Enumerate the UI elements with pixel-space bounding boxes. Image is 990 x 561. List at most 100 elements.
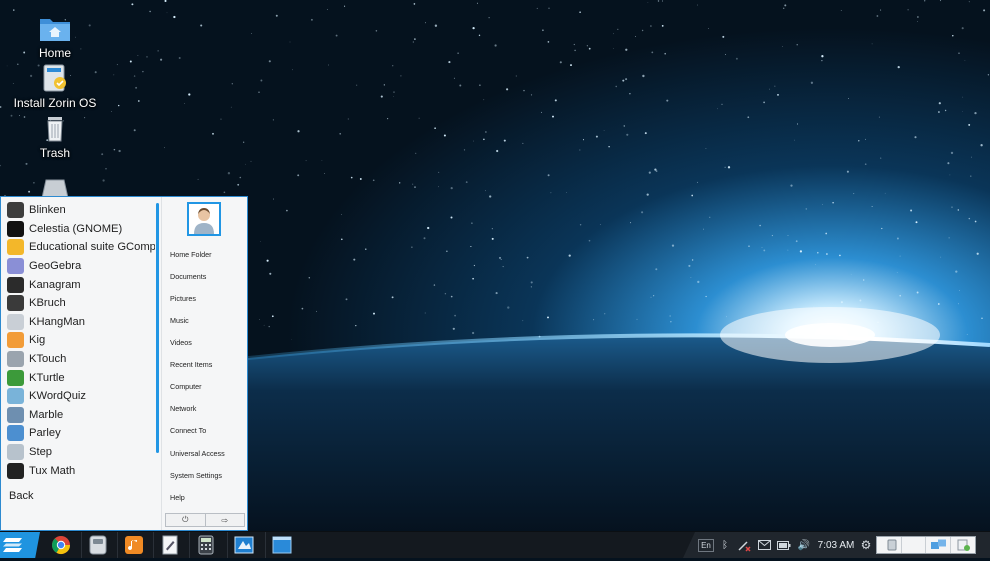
star bbox=[266, 259, 269, 262]
place-help[interactable]: Help bbox=[170, 493, 185, 502]
app-item[interactable]: KWordQuiz bbox=[3, 387, 155, 406]
star bbox=[586, 45, 588, 47]
app-item[interactable]: KTurtle bbox=[3, 368, 155, 387]
app-item[interactable]: Kanagram bbox=[3, 275, 155, 294]
star bbox=[353, 258, 356, 261]
star bbox=[230, 106, 232, 108]
star bbox=[391, 296, 394, 299]
star bbox=[292, 69, 293, 71]
star bbox=[612, 48, 614, 49]
star bbox=[142, 70, 144, 73]
star bbox=[944, 109, 947, 112]
app-item[interactable]: Educational suite GCompris bbox=[3, 238, 155, 257]
star bbox=[414, 38, 416, 40]
star bbox=[164, 0, 167, 3]
star bbox=[840, 10, 842, 11]
settings-indicator[interactable]: ⚙ bbox=[858, 532, 874, 558]
app-item[interactable]: Blinken bbox=[3, 201, 155, 220]
star bbox=[865, 138, 866, 140]
star bbox=[453, 77, 455, 79]
star bbox=[641, 29, 644, 32]
user-avatar[interactable] bbox=[187, 202, 221, 236]
workspace-2[interactable] bbox=[902, 537, 926, 553]
star bbox=[111, 111, 112, 112]
workspace-switcher[interactable] bbox=[876, 536, 976, 554]
clock-time: 7:03 AM bbox=[817, 539, 855, 551]
desktop-icon-install-zorin-os[interactable]: Install Zorin OS bbox=[5, 63, 105, 110]
star bbox=[135, 86, 138, 89]
place-home-folder[interactable]: Home Folder bbox=[170, 250, 212, 259]
zorin-menu-button[interactable] bbox=[0, 532, 40, 558]
star bbox=[328, 64, 329, 66]
app-item[interactable]: KBruch bbox=[3, 294, 155, 313]
star bbox=[530, 286, 532, 288]
place-network[interactable]: Network bbox=[170, 404, 196, 413]
volume-indicator[interactable]: 🔊 bbox=[796, 532, 812, 558]
star bbox=[691, 194, 694, 197]
star bbox=[970, 175, 972, 177]
star bbox=[297, 130, 300, 133]
app-item-label: KTurtle bbox=[29, 371, 65, 384]
app-item[interactable]: KTouch bbox=[3, 350, 155, 369]
keyboard-layout-indicator[interactable]: En bbox=[697, 532, 715, 558]
star bbox=[962, 111, 963, 113]
files-launcher[interactable] bbox=[81, 532, 114, 558]
app-item[interactable]: Kig bbox=[3, 331, 155, 350]
window-launcher[interactable] bbox=[265, 532, 298, 558]
app-item[interactable]: Marble bbox=[3, 406, 155, 425]
star bbox=[339, 132, 342, 135]
star bbox=[952, 34, 954, 37]
zorin-look-changer-launcher[interactable] bbox=[227, 532, 260, 558]
star bbox=[197, 178, 199, 180]
app-item[interactable]: Celestia (GNOME) bbox=[3, 220, 155, 239]
place-pictures[interactable]: Pictures bbox=[170, 294, 196, 303]
desktop-icon-label: Install Zorin OS bbox=[13, 96, 97, 110]
place-system-settings[interactable]: System Settings bbox=[170, 471, 222, 480]
app-item[interactable]: Step bbox=[3, 443, 155, 462]
place-documents[interactable]: Documents bbox=[170, 272, 206, 281]
calculator-launcher[interactable] bbox=[189, 532, 222, 558]
volume-icon: 🔊 bbox=[797, 539, 811, 551]
star bbox=[324, 173, 325, 174]
app-item[interactable]: GeoGebra bbox=[3, 257, 155, 276]
music-player-launcher[interactable] bbox=[117, 532, 150, 558]
desktop-icon-trash[interactable]: Trash bbox=[5, 113, 105, 160]
place-connect-to[interactable]: Connect To bbox=[170, 426, 206, 435]
star bbox=[414, 186, 416, 189]
power-button[interactable]: ⏻ bbox=[165, 513, 206, 527]
workspace-3[interactable] bbox=[926, 537, 951, 553]
logout-button[interactable]: ⇨ bbox=[204, 513, 245, 527]
place-universal-access[interactable]: Universal Access bbox=[170, 449, 225, 458]
text-editor-launcher[interactable] bbox=[153, 532, 186, 558]
khangman-icon bbox=[7, 313, 24, 330]
desktop-icon-home[interactable]: Home bbox=[5, 13, 105, 60]
chrome-launcher[interactable] bbox=[45, 532, 77, 558]
mail-indicator[interactable] bbox=[756, 532, 772, 558]
app-item[interactable]: Tux Math bbox=[3, 461, 155, 480]
star bbox=[774, 85, 776, 87]
star bbox=[697, 4, 698, 6]
star bbox=[950, 151, 954, 155]
star bbox=[450, 216, 453, 219]
app-item-label: Kanagram bbox=[29, 278, 81, 291]
place-music[interactable]: Music bbox=[170, 316, 189, 325]
star bbox=[387, 118, 389, 120]
network-indicator[interactable] bbox=[736, 532, 752, 558]
star bbox=[615, 85, 617, 88]
workspace-1[interactable] bbox=[877, 537, 902, 553]
workspace-4[interactable] bbox=[951, 537, 976, 553]
star bbox=[231, 83, 233, 85]
place-recent-items[interactable]: Recent Items bbox=[170, 360, 212, 369]
app-item[interactable]: KHangMan bbox=[3, 313, 155, 332]
app-item[interactable]: Parley bbox=[3, 424, 155, 443]
star bbox=[961, 27, 964, 30]
app-list-scrollbar[interactable] bbox=[156, 203, 159, 453]
battery-indicator[interactable] bbox=[776, 532, 792, 558]
place-computer[interactable]: Computer bbox=[170, 382, 202, 391]
bluetooth-indicator[interactable]: ᛒ bbox=[718, 532, 732, 558]
ktouch-icon bbox=[7, 351, 24, 368]
back-button[interactable]: Back bbox=[9, 490, 33, 502]
place-videos[interactable]: Videos bbox=[170, 338, 192, 347]
installer-icon bbox=[43, 64, 66, 92]
clock[interactable]: 7:03 AM bbox=[815, 532, 857, 558]
